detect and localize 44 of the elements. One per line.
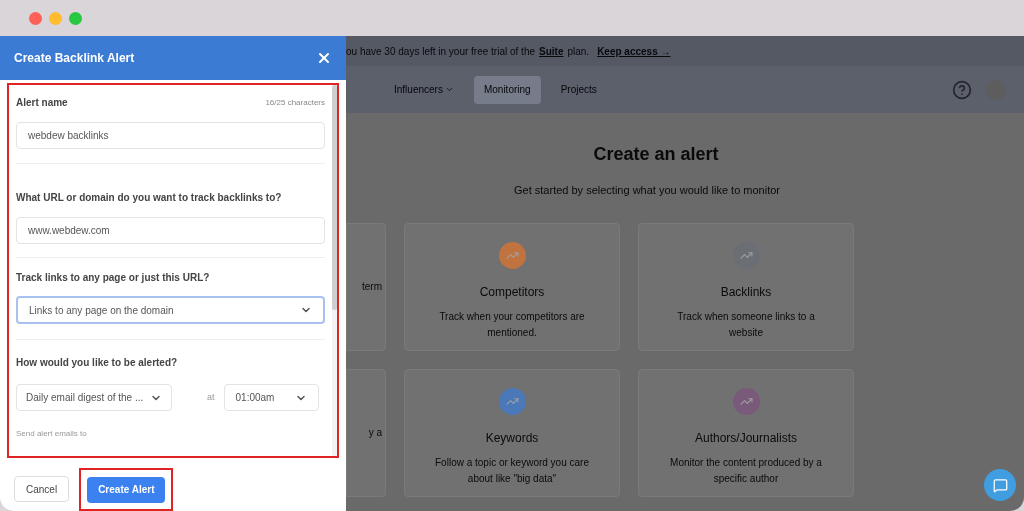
page-title: Create an alert [593, 143, 719, 166]
field-label: How would you like to be alerted? [16, 356, 179, 370]
plan-link[interactable]: Suite [539, 43, 564, 59]
card-title: Keywords [485, 429, 539, 447]
chat-button[interactable] [984, 469, 1016, 501]
card-description: Track when your competitors are mentioned. [438, 309, 586, 340]
card-description: Monitor the content produced by a specific author [669, 455, 823, 486]
url-field[interactable]: www.webdew.com [16, 217, 325, 244]
frequency-select[interactable]: Daily email digest of the ... [16, 384, 172, 411]
card-title: Authors/Journalists [694, 429, 797, 447]
monitor-card[interactable]: Backlinks Track when someone links to a website [638, 222, 854, 351]
card-text-fragment: y a [368, 426, 382, 440]
monitor-card[interactable]: Authors/Journalists Monitor the content produced by a specific author [638, 368, 854, 497]
banner-text: plan. [567, 44, 590, 59]
card-title: Backlinks [720, 283, 772, 301]
send-label: Send alert emails to [16, 428, 88, 440]
card-text-fragment: term [362, 280, 382, 294]
link-scope-select[interactable]: Links to any page on the domain [16, 296, 325, 324]
field-label: Alert name [16, 96, 68, 110]
monitor-card[interactable]: Competitors Track when your competitors are mentioned. [404, 222, 620, 351]
field-label: What URL or domain do you want to track backlinks to? [16, 191, 283, 205]
card[interactable]: term [346, 222, 386, 351]
monitor-card[interactable]: Keywords Follow a topic or keyword you care about like "big data" [404, 368, 620, 497]
at-label: at [207, 390, 215, 404]
cancel-button[interactable]: Cancel [14, 476, 70, 503]
banner-text: ou have 30 days left in your free trial of the [346, 44, 535, 59]
help-icon [952, 79, 972, 100]
nav-tab[interactable]: Influencers [384, 75, 464, 104]
page-subtitle: Get started by selecting what you would like to monitor [514, 183, 780, 198]
card-description: Track when someone links to a website [676, 309, 816, 340]
close-button[interactable] [316, 50, 332, 66]
nav-tab[interactable]: Projects [550, 75, 607, 104]
character-counter: 16/25 characters [265, 96, 325, 109]
keep-access-link[interactable]: Keep access → [597, 43, 671, 59]
modal-title: Create Backlink Alert [14, 50, 135, 67]
alert-name-field[interactable]: webdew backlinks [16, 122, 325, 149]
card-description: Follow a topic or keyword you care about like "big data" [434, 455, 590, 486]
card[interactable]: y a [346, 368, 386, 497]
chat-icon [992, 477, 1008, 493]
nav-tab[interactable]: Monitoring [473, 75, 541, 104]
field-label: Track links to any page or just this URL? [16, 271, 211, 285]
time-select[interactable]: 01:00am [223, 384, 319, 411]
card-title: Competitors [479, 283, 545, 301]
create-alert-button[interactable]: Create Alert [87, 476, 166, 503]
